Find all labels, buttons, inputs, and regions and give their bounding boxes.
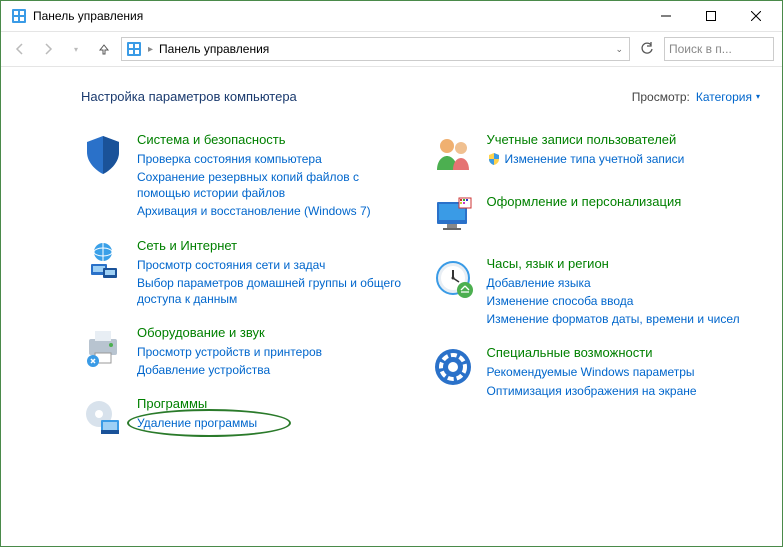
category-appearance: Оформление и персонализация [431,194,761,238]
network-icon [81,238,125,282]
category-network: Сеть и Интернет Просмотр состояния сети … [81,238,411,307]
control-panel-icon [126,41,142,57]
refresh-button[interactable] [636,38,658,60]
category-link[interactable]: Добавление устройства [137,362,322,378]
category-title[interactable]: Система и безопасность [137,132,411,149]
content-area: Настройка параметров компьютера Просмотр… [1,67,782,546]
category-link[interactable]: Просмотр устройств и принтеров [137,344,322,360]
users-icon [431,132,475,176]
category-link[interactable]: Рекомендуемые Windows параметры [487,364,697,380]
category-title[interactable]: Программы [137,396,257,413]
category-link[interactable]: Оптимизация изображения на экране [487,383,697,399]
navbar: ▾ ▸ Панель управления ⌄ Поиск в п... [1,31,782,67]
printer-icon [81,325,125,369]
category-system-security: Система и безопасность Проверка состояни… [81,132,411,220]
left-column: Система и безопасность Проверка состояни… [81,132,411,440]
category-link[interactable]: Выбор параметров домашней группы и общег… [137,275,411,307]
search-input[interactable]: Поиск в п... [664,37,774,61]
view-dropdown[interactable]: Категория ▾ [696,90,760,104]
category-title[interactable]: Оформление и персонализация [487,194,682,211]
clock-icon [431,256,475,300]
category-link[interactable]: Изменение способа ввода [487,293,740,309]
category-link[interactable]: Изменение форматов даты, времени и чисел [487,311,740,327]
breadcrumb[interactable]: Панель управления [159,42,269,56]
page-title: Настройка параметров компьютера [81,89,632,104]
category-link[interactable]: Проверка состояния компьютера [137,151,411,167]
window-buttons [643,1,778,31]
category-link[interactable]: Просмотр состояния сети и задач [137,257,411,273]
programs-icon [81,396,125,440]
category-programs: Программы Удаление программы [81,396,411,440]
window-title: Панель управления [33,9,643,23]
recent-dropdown[interactable]: ▾ [65,38,87,60]
category-link[interactable]: Добавление языка [487,275,740,291]
control-panel-window: Панель управления ▾ ▸ Панель управления … [0,0,783,547]
category-title[interactable]: Оборудование и звук [137,325,322,342]
maximize-button[interactable] [688,1,733,31]
close-button[interactable] [733,1,778,31]
search-placeholder: Поиск в п... [669,42,732,56]
category-title[interactable]: Часы, язык и регион [487,256,740,273]
shield-icon [81,132,125,176]
forward-button[interactable] [37,38,59,60]
uac-shield-icon [487,152,501,166]
category-user-accounts: Учетные записи пользователей Изменение т… [431,132,761,176]
titlebar: Панель управления [1,1,782,31]
category-link[interactable]: Архивация и восстановление (Windows 7) [137,203,411,219]
ease-of-access-icon [431,345,475,389]
category-clock-language: Часы, язык и регион Добавление языка Изм… [431,256,761,327]
category-ease-of-access: Специальные возможности Рекомендуемые Wi… [431,345,761,398]
minimize-button[interactable] [643,1,688,31]
control-panel-icon [11,8,27,24]
category-title[interactable]: Сеть и Интернет [137,238,411,255]
address-bar[interactable]: ▸ Панель управления ⌄ [121,37,630,61]
content-header: Настройка параметров компьютера Просмотр… [81,89,760,104]
right-column: Учетные записи пользователей Изменение т… [431,132,761,440]
uninstall-program-link[interactable]: Удаление программы [137,415,257,431]
category-columns: Система и безопасность Проверка состояни… [81,132,760,440]
address-dropdown[interactable]: ⌄ [613,44,625,55]
chevron-down-icon: ▾ [756,92,760,101]
view-label: Просмотр: [632,90,690,104]
category-link[interactable]: Сохранение резервных копий файлов с помо… [137,169,411,201]
category-title[interactable]: Учетные записи пользователей [487,132,685,149]
up-button[interactable] [93,38,115,60]
chevron-right-icon: ▸ [148,44,153,55]
monitor-icon [431,194,475,238]
category-hardware: Оборудование и звук Просмотр устройств и… [81,325,411,378]
category-title[interactable]: Специальные возможности [487,345,697,362]
category-link[interactable]: Изменение типа учетной записи [505,151,685,167]
back-button[interactable] [9,38,31,60]
